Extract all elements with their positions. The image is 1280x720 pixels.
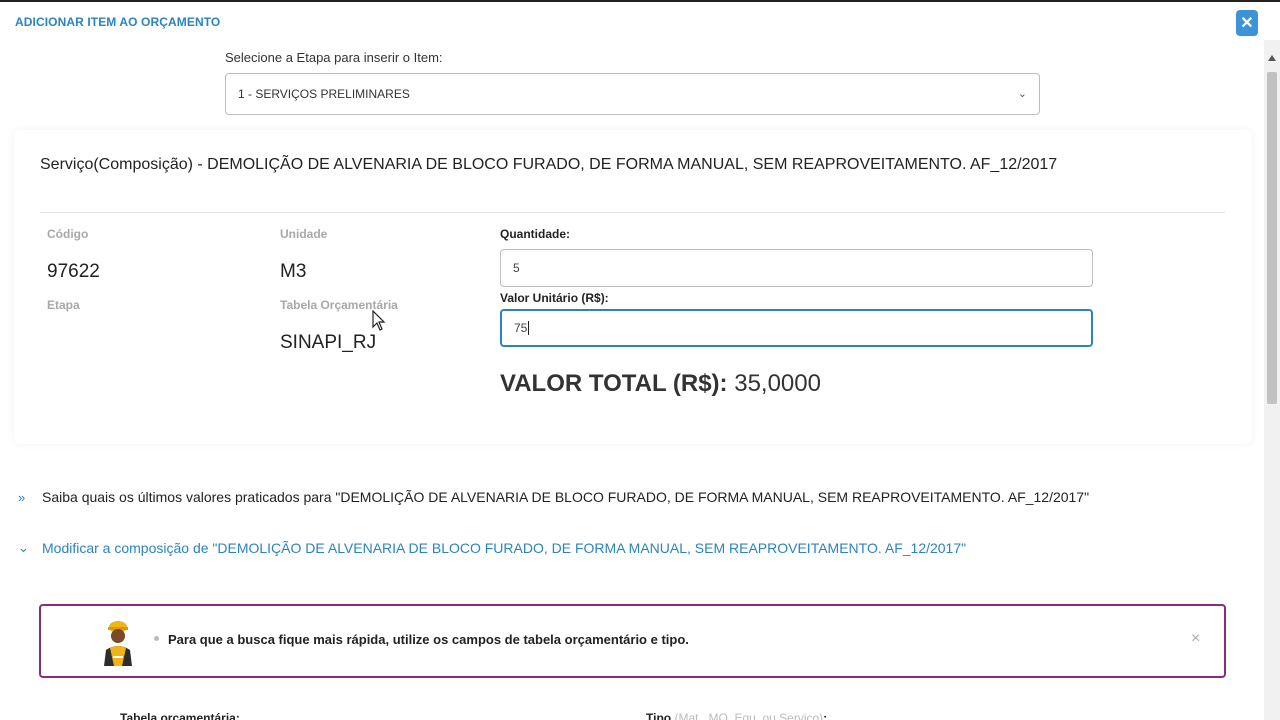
stage-select[interactable]: 1 - SERVIÇOS PRELIMINARES ⌄ — [225, 73, 1040, 115]
alert-close-icon[interactable]: × — [1191, 630, 1200, 648]
construction-worker-icon — [104, 621, 132, 666]
chevron-down-icon: ⌄ — [1017, 88, 1027, 100]
close-icon: ✕ — [1240, 15, 1254, 32]
search-tip-alert: Para que a busca fique mais rápida, util… — [39, 604, 1226, 678]
accordion-last-values-label: Saiba quais os últimos valores praticado… — [42, 489, 1090, 505]
scroll-up-icon[interactable] — [1268, 55, 1276, 61]
tipo-label: Tipo — [646, 711, 672, 720]
unidade-label: Unidade — [280, 227, 328, 241]
chevron-down-icon: ⌄ — [18, 540, 29, 555]
text-caret — [528, 321, 530, 335]
accordion-modify-composition[interactable]: ⌄ Modificar a composição de "DEMOLIÇÃO D… — [18, 540, 966, 556]
service-title: Serviço(Composição) - DEMOLIÇÃO DE ALVEN… — [40, 156, 1058, 173]
tipo-colon: : — [823, 711, 828, 720]
codigo-label: Código — [47, 227, 89, 241]
valor-unitario-input-value: 75 — [514, 321, 528, 335]
unidade-value: M3 — [280, 261, 307, 282]
alert-message: Para que a busca fique mais rápida, util… — [168, 632, 689, 647]
tabela-value: SINAPI_RJ — [280, 332, 377, 353]
quantidade-input-value: 5 — [513, 261, 520, 275]
codigo-value: 97622 — [47, 261, 100, 282]
accordion-modify-composition-label: Modificar a composição de "DEMOLIÇÃO DE … — [42, 540, 967, 556]
close-button[interactable]: ✕ — [1236, 10, 1258, 36]
double-chevron-right-icon: » — [18, 489, 26, 505]
tipo-filter-label: Tipo (Mat., MO, Equ. ou Serviço): — [646, 711, 827, 720]
valor-total-label: VALOR TOTAL (R$): — [500, 370, 728, 397]
tipo-hint: (Mat., MO, Equ. ou Serviço) — [674, 711, 824, 720]
valor-total: VALOR TOTAL (R$): 35,0000 — [500, 370, 821, 398]
tabela-orcamentaria-filter-label: Tabela orçamentária: — [120, 711, 240, 720]
quantidade-label: Quantidade: — [500, 227, 571, 241]
stage-select-value: 1 - SERVIÇOS PRELIMINARES — [238, 87, 410, 101]
valor-total-value: 35,0000 — [734, 370, 821, 397]
accordion-last-values[interactable]: » Saiba quais os últimos valores pratica… — [18, 489, 1089, 505]
valor-unitario-label: Valor Unitário (R$): — [500, 291, 609, 305]
top-border — [0, 0, 1280, 2]
divider — [40, 212, 1225, 213]
quantidade-input[interactable]: 5 — [500, 249, 1093, 287]
scrollbar-thumb[interactable] — [1267, 72, 1277, 404]
modal-title: ADICIONAR ITEM AO ORÇAMENTO — [15, 15, 221, 29]
stage-select-label: Selecione a Etapa para inserir o Item: — [225, 50, 443, 65]
mouse-pointer-icon — [372, 310, 386, 331]
etapa-label: Etapa — [47, 298, 80, 312]
valor-unitario-input[interactable]: 75 — [500, 309, 1093, 347]
bullet — [154, 636, 159, 641]
